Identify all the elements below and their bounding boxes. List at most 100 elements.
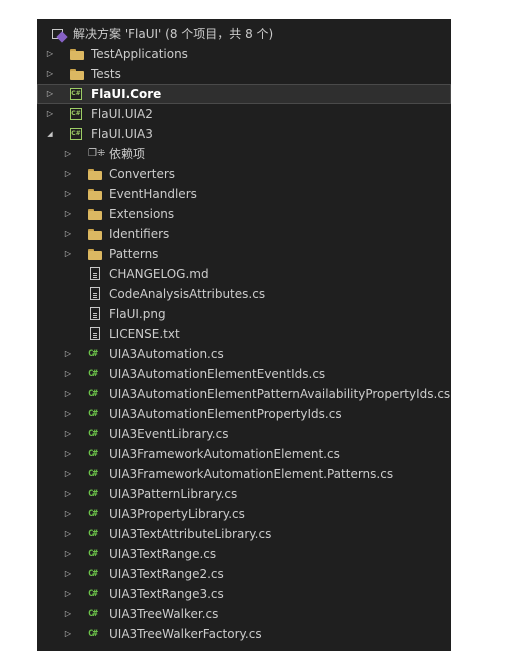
tree-item-label: UIA3FrameworkAutomationElement.cs [109,447,340,461]
tree-item-item[interactable]: ▷ ❐⁜ 依赖项 [37,144,451,164]
dependencies-icon: ❐⁜ [88,148,106,159]
solution-root-row[interactable]: 解决方案 'FlaUI' (8 个项目，共 8 个) [37,24,451,44]
expand-arrow-collapsed-icon[interactable]: ▷ [63,504,73,524]
expand-arrow-collapsed-icon[interactable]: ▷ [63,164,73,184]
tree-item-label: Converters [109,167,176,181]
tree-item-uia3treewalkerfactory-cs[interactable]: ▷ C# UIA3TreeWalkerFactory.cs [37,624,451,644]
folder-icon [88,187,102,201]
folder-icon [88,227,102,241]
tree-item-changelog-md[interactable]: CHANGELOG.md [37,264,451,284]
tree-item-label: LICENSE.txt [109,327,180,341]
document-icon [88,267,102,281]
tree-item-label: UIA3PropertyLibrary.cs [109,507,245,521]
csharp-file-icon: C# [88,549,98,559]
tree-item-label: UIA3FrameworkAutomationElement.Patterns.… [109,467,394,481]
expand-arrow-collapsed-icon[interactable]: ▷ [45,84,55,104]
tree-item-eventhandlers[interactable]: ▷ EventHandlers [37,184,451,204]
expand-arrow-collapsed-icon[interactable]: ▷ [45,64,55,84]
expand-arrow-collapsed-icon[interactable]: ▷ [45,44,55,64]
tree-item-flaui-uia3[interactable]: ◢ C# FlaUI.UIA3 [37,124,451,144]
tree-item-label: CodeAnalysisAttributes.cs [109,287,266,301]
tree-item-label: Patterns [109,247,159,261]
tree-item-uia3treewalker-cs[interactable]: ▷ C# UIA3TreeWalker.cs [37,604,451,624]
tree-item-label: FlaUI.png [109,307,166,321]
csharp-file-icon: C# [88,389,98,399]
expand-arrow-collapsed-icon[interactable]: ▷ [63,604,73,624]
csharp-file-icon: C# [88,369,98,379]
tree-item-identifiers[interactable]: ▷ Identifiers [37,224,451,244]
expand-arrow-collapsed-icon[interactable]: ▷ [63,144,73,164]
csharp-file-icon: C# [88,589,98,599]
csharp-project-icon: C# [70,107,84,121]
solution-label: 解决方案 'FlaUI' (8 个项目，共 8 个) [73,27,274,41]
tree-item-label: FlaUI.UIA3 [91,127,153,141]
expand-arrow-collapsed-icon[interactable]: ▷ [63,444,73,464]
tree-item-flaui-uia2[interactable]: ▷ C# FlaUI.UIA2 [37,104,451,124]
tree-item-label: TestApplications [91,47,188,61]
expand-arrow-collapsed-icon[interactable]: ▷ [63,424,73,444]
expand-arrow-collapsed-icon[interactable]: ▷ [63,464,73,484]
document-icon [88,287,102,301]
expand-arrow-collapsed-icon[interactable]: ▷ [63,524,73,544]
tree-item-uia3frameworkautomationelement-patterns-cs[interactable]: ▷ C# UIA3FrameworkAutomationElement.Patter… [37,464,451,484]
tree-item-flaui-png[interactable]: FlaUI.png [37,304,451,324]
tree-item-label: CHANGELOG.md [109,267,209,281]
expand-arrow-collapsed-icon[interactable]: ▷ [63,624,73,644]
tree-item-uia3textrange2-cs[interactable]: ▷ C# UIA3TextRange2.cs [37,564,451,584]
tree-item-uia3patternlibrary-cs[interactable]: ▷ C# UIA3PatternLibrary.cs [37,484,451,504]
tree-item-uia3automation-cs[interactable]: ▷ C# UIA3Automation.cs [37,344,451,364]
tree-item-uia3propertylibrary-cs[interactable]: ▷ C# UIA3PropertyLibrary.cs [37,504,451,524]
expand-arrow-collapsed-icon[interactable]: ▷ [63,584,73,604]
tree-item-label: 依赖项 [109,147,146,161]
tree-item-license-txt[interactable]: LICENSE.txt [37,324,451,344]
csharp-file-icon: C# [88,449,98,459]
tree-item-extensions[interactable]: ▷ Extensions [37,204,451,224]
csharp-file-icon: C# [88,349,98,359]
tree-item-uia3frameworkautomationelement-cs[interactable]: ▷ C# UIA3FrameworkAutomationElement.cs [37,444,451,464]
tree-item-testapplications[interactable]: ▷ TestApplications [37,44,451,64]
solution-tree: 解决方案 'FlaUI' (8 个项目，共 8 个) ▷ TestApplicat… [37,24,451,644]
csharp-project-icon: C# [70,87,84,101]
tree-item-uia3automationelementpatternavailabilitypropertyids-cs[interactable]: ▷ C# UIA3AutomationElementPatternAvailabil… [37,384,451,404]
tree-item-label: UIA3AutomationElementEventIds.cs [109,367,326,381]
expand-arrow-collapsed-icon[interactable]: ▷ [63,184,73,204]
expand-arrow-collapsed-icon[interactable]: ▷ [63,384,73,404]
csharp-file-icon: C# [88,529,98,539]
solution-explorer-panel: 解决方案 'FlaUI' (8 个项目，共 8 个) ▷ TestApplicat… [37,19,451,651]
csharp-file-icon: C# [88,609,98,619]
tree-item-uia3textrange-cs[interactable]: ▷ C# UIA3TextRange.cs [37,544,451,564]
tree-item-label: Identifiers [109,227,170,241]
expand-arrow-collapsed-icon[interactable]: ▷ [63,344,73,364]
tree-item-uia3automationelementpropertyids-cs[interactable]: ▷ C# UIA3AutomationElementPropertyIds.cs [37,404,451,424]
tree-item-converters[interactable]: ▷ Converters [37,164,451,184]
tree-item-label: FlaUI.Core [91,87,162,101]
csharp-file-icon: C# [88,469,98,479]
csharp-file-icon: C# [88,509,98,519]
csharp-file-icon: C# [88,629,98,639]
expand-arrow-collapsed-icon[interactable]: ▷ [63,224,73,244]
tree-item-uia3eventlibrary-cs[interactable]: ▷ C# UIA3EventLibrary.cs [37,424,451,444]
folder-icon [88,167,102,181]
document-icon [88,327,102,341]
tree-item-label: UIA3TextAttributeLibrary.cs [109,527,272,541]
folder-icon [88,207,102,221]
expand-arrow-collapsed-icon[interactable]: ▷ [63,364,73,384]
expand-arrow-collapsed-icon[interactable]: ▷ [63,244,73,264]
tree-item-tests[interactable]: ▷ Tests [37,64,451,84]
tree-item-label: UIA3TreeWalkerFactory.cs [109,627,262,641]
expand-arrow-collapsed-icon[interactable]: ▷ [63,404,73,424]
tree-item-codeanalysisattributes-cs[interactable]: CodeAnalysisAttributes.cs [37,284,451,304]
tree-item-label: UIA3TextRange.cs [109,547,217,561]
tree-item-uia3textattributelibrary-cs[interactable]: ▷ C# UIA3TextAttributeLibrary.cs [37,524,451,544]
expand-arrow-collapsed-icon[interactable]: ▷ [63,484,73,504]
tree-item-uia3automationelementeventids-cs[interactable]: ▷ C# UIA3AutomationElementEventIds.cs [37,364,451,384]
expand-arrow-collapsed-icon[interactable]: ▷ [63,204,73,224]
expand-arrow-collapsed-icon[interactable]: ▷ [45,104,55,124]
expand-arrow-collapsed-icon[interactable]: ▷ [63,564,73,584]
tree-item-label: UIA3AutomationElementPropertyIds.cs [109,407,342,421]
tree-item-patterns[interactable]: ▷ Patterns [37,244,451,264]
tree-item-flaui-core[interactable]: ▷ C# FlaUI.Core [37,84,451,104]
tree-item-uia3textrange3-cs[interactable]: ▷ C# UIA3TextRange3.cs [37,584,451,604]
expand-arrow-collapsed-icon[interactable]: ▷ [63,544,73,564]
expand-arrow-expanded-icon[interactable]: ◢ [45,124,55,144]
